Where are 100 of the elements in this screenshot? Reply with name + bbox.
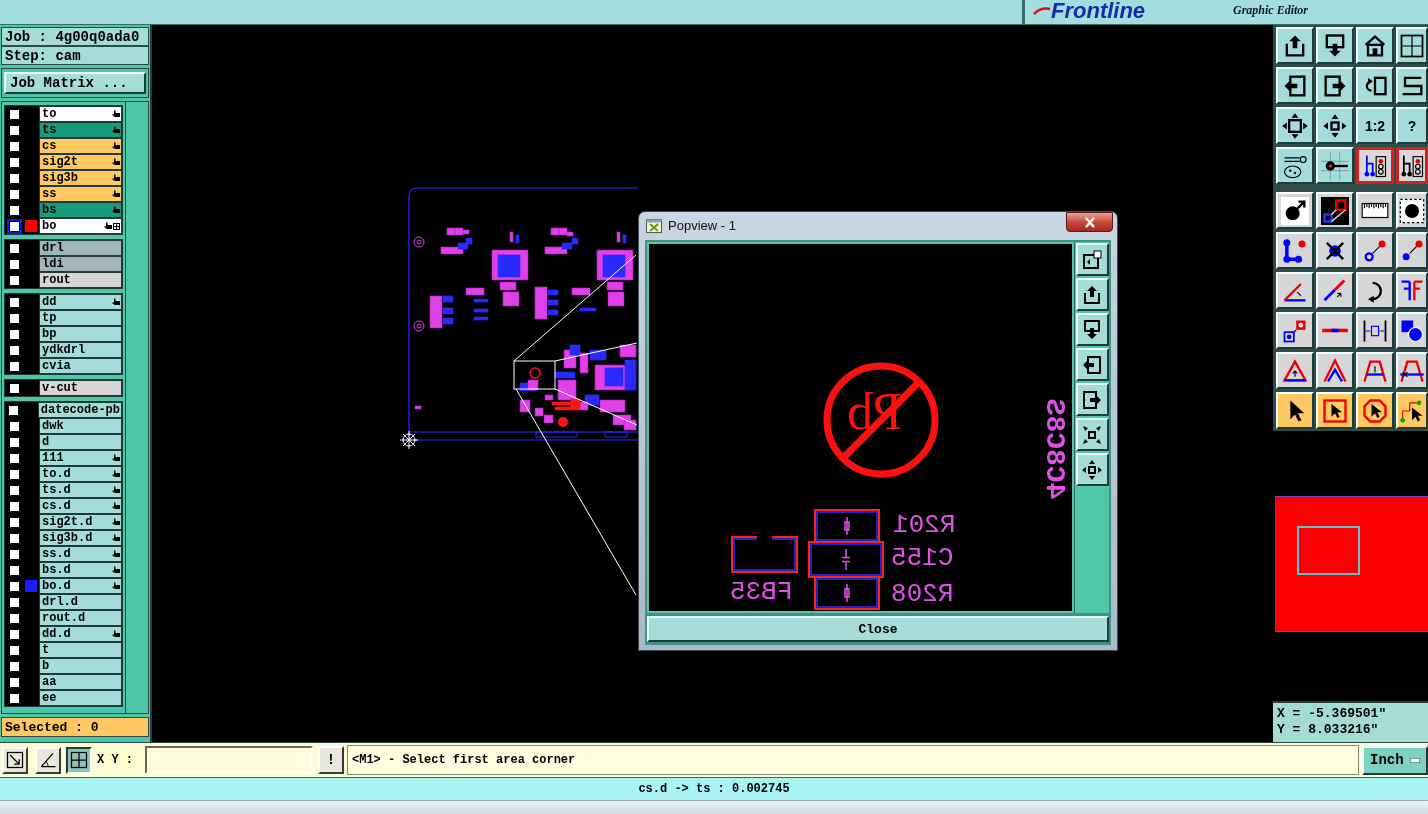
layer-checkbox[interactable] bbox=[8, 612, 20, 624]
layer-checkbox[interactable] bbox=[8, 580, 20, 592]
layer-name[interactable]: dwk bbox=[39, 418, 122, 434]
layer-name[interactable]: ldi bbox=[39, 256, 122, 272]
layer-checkbox[interactable] bbox=[8, 404, 20, 416]
layer-name[interactable]: bp bbox=[39, 326, 122, 342]
layer-checkbox[interactable] bbox=[8, 382, 20, 394]
layer-name[interactable]: ts.d bbox=[39, 482, 122, 498]
layer-name[interactable]: drl bbox=[39, 240, 122, 256]
app-subtitle: Graphic Editor bbox=[1233, 4, 1308, 16]
layer-name[interactable]: bo bbox=[39, 218, 122, 234]
layer-name[interactable]: ss bbox=[39, 186, 122, 202]
layer-name[interactable]: sig3b.d bbox=[39, 530, 122, 546]
layer-checkbox[interactable] bbox=[8, 258, 20, 270]
layer-checkbox[interactable] bbox=[8, 188, 20, 200]
layer-checkbox[interactable] bbox=[8, 516, 20, 528]
layer-name[interactable]: dd bbox=[39, 294, 122, 310]
layer-name[interactable]: aa bbox=[39, 674, 122, 690]
layer-name[interactable]: datecode-pb bbox=[37, 402, 122, 418]
layer-name[interactable]: cs.d bbox=[39, 498, 122, 514]
dotted-pad-icon bbox=[1398, 196, 1426, 225]
view-tool-button[interactable] bbox=[1075, 348, 1109, 381]
close-dialog-button[interactable]: Close bbox=[647, 616, 1109, 642]
xy-input-field[interactable] bbox=[145, 746, 313, 774]
layer-checkbox[interactable] bbox=[8, 172, 20, 184]
layer-checkbox[interactable] bbox=[8, 692, 20, 704]
grid-box-icon bbox=[69, 750, 89, 770]
layer-checkbox[interactable] bbox=[8, 296, 20, 308]
tool-button[interactable] bbox=[1396, 147, 1428, 184]
layer-name[interactable]: t bbox=[39, 642, 122, 658]
view-tool-button[interactable] bbox=[1075, 313, 1109, 346]
layer-checkbox[interactable] bbox=[8, 436, 20, 448]
view-tool-button[interactable] bbox=[1075, 243, 1109, 276]
angle-measure-icon bbox=[38, 750, 58, 770]
tool-button[interactable]: ? bbox=[1396, 107, 1428, 144]
layer-name[interactable]: sig2t bbox=[39, 154, 122, 170]
layer-checkbox[interactable] bbox=[8, 420, 20, 432]
alert-button[interactable]: ! bbox=[318, 746, 344, 774]
layer-checkbox[interactable] bbox=[8, 644, 20, 656]
view-tool-button[interactable] bbox=[1075, 278, 1109, 311]
close-button[interactable] bbox=[1066, 212, 1113, 232]
layer-name[interactable]: v-cut bbox=[39, 380, 122, 396]
layer-name[interactable]: d bbox=[39, 434, 122, 450]
layer-checkbox[interactable] bbox=[8, 274, 20, 286]
ruler-icon bbox=[1361, 202, 1389, 219]
tool-button[interactable] bbox=[1356, 147, 1394, 184]
component-outline bbox=[731, 536, 798, 573]
layer-checkbox[interactable] bbox=[8, 140, 20, 152]
layer-checkbox[interactable] bbox=[8, 596, 20, 608]
layer-name[interactable]: bo.d bbox=[39, 578, 122, 594]
command-tool-button[interactable] bbox=[66, 746, 92, 774]
layer-name[interactable]: to.d bbox=[39, 466, 122, 482]
layer-checkbox[interactable] bbox=[8, 344, 20, 356]
view-tool-button[interactable] bbox=[1075, 383, 1109, 416]
layer-name[interactable]: ee bbox=[39, 690, 122, 706]
layer-name[interactable]: ts bbox=[39, 122, 122, 138]
layer-name[interactable]: 111 bbox=[39, 450, 122, 466]
layer-name[interactable]: cs bbox=[39, 138, 122, 154]
tool-button[interactable]: 1:2 bbox=[1356, 107, 1394, 144]
xy-label: X Y : bbox=[97, 754, 134, 766]
x-coordinate: X = -5.369501" bbox=[1277, 706, 1388, 722]
layer-name[interactable]: to bbox=[39, 106, 122, 122]
message-field: <M1> - Select first area corner bbox=[347, 745, 1359, 775]
layer-checkbox[interactable] bbox=[8, 452, 20, 464]
layer-checkbox[interactable] bbox=[8, 548, 20, 560]
job-matrix-button[interactable]: Job Matrix ... bbox=[4, 72, 146, 94]
units-dropdown[interactable]: Inch bbox=[1362, 745, 1428, 775]
layer-name[interactable]: sig3b bbox=[39, 170, 122, 186]
layer-checkbox[interactable] bbox=[8, 484, 20, 496]
view-tool-button[interactable] bbox=[1075, 418, 1109, 451]
layer-name[interactable]: ydkdrl bbox=[39, 342, 122, 358]
layer-checkbox[interactable] bbox=[8, 312, 20, 324]
layer-name[interactable]: dd.d bbox=[39, 626, 122, 642]
silkscreen-text: C155 bbox=[891, 545, 954, 571]
layer-checkbox[interactable] bbox=[8, 242, 20, 254]
layer-checkbox[interactable] bbox=[8, 660, 20, 672]
layer-name[interactable]: drl.d bbox=[39, 594, 122, 610]
line-segment-icon bbox=[1321, 328, 1349, 333]
layer-name[interactable]: cvia bbox=[39, 358, 122, 374]
layer-name[interactable]: rout bbox=[39, 272, 122, 288]
layer-checkbox[interactable] bbox=[8, 628, 20, 640]
layer-checkbox[interactable] bbox=[8, 124, 20, 136]
layer-checkbox[interactable] bbox=[8, 328, 20, 340]
layer-checkbox[interactable] bbox=[8, 156, 20, 168]
layer-checkbox[interactable] bbox=[8, 108, 20, 120]
layer-name[interactable]: bs.d bbox=[39, 562, 122, 578]
layer-checkbox[interactable] bbox=[8, 676, 20, 688]
layer-checkbox[interactable] bbox=[8, 360, 20, 372]
layer-name[interactable]: sig2t.d bbox=[39, 514, 122, 530]
layer-checkbox[interactable] bbox=[8, 204, 20, 216]
layer-checkbox[interactable] bbox=[8, 532, 20, 544]
layer-name[interactable]: ss.d bbox=[39, 546, 122, 562]
layer-name[interactable]: tp bbox=[39, 310, 122, 326]
layer-name[interactable]: b bbox=[39, 658, 122, 674]
layer-checkbox[interactable] bbox=[8, 468, 20, 480]
layer-checkbox[interactable] bbox=[8, 564, 20, 576]
layer-name[interactable]: bs bbox=[39, 202, 122, 218]
view-tool-button[interactable] bbox=[1075, 453, 1109, 486]
layer-checkbox[interactable] bbox=[8, 500, 20, 512]
layer-name[interactable]: rout.d bbox=[39, 610, 122, 626]
